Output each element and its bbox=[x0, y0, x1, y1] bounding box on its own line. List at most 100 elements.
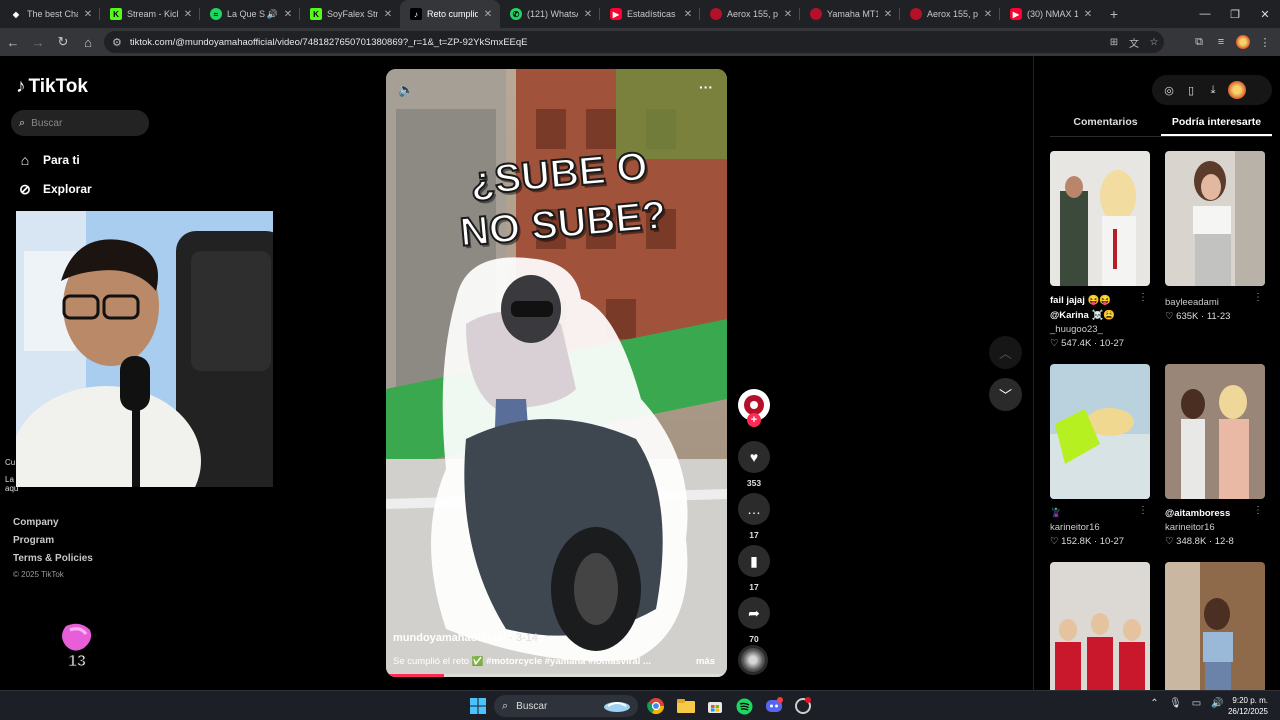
like-action[interactable]: ♥ 353 bbox=[737, 441, 771, 488]
profile-avatar[interactable] bbox=[1228, 81, 1246, 99]
network-icon[interactable]: ▭ bbox=[1186, 698, 1207, 709]
card-more-icon[interactable]: ⋮ bbox=[1253, 505, 1263, 516]
footer-company-link[interactable]: Company bbox=[13, 517, 59, 528]
video-card[interactable] bbox=[1165, 562, 1265, 697]
follow-plus-icon[interactable]: + bbox=[747, 413, 761, 427]
next-video-button[interactable]: ﹀ bbox=[989, 378, 1022, 411]
file-explorer-icon[interactable] bbox=[676, 696, 696, 716]
video-progress-bar[interactable] bbox=[386, 674, 727, 677]
reload-icon[interactable]: ↻ bbox=[51, 30, 75, 54]
share-action[interactable]: ➦ 70 bbox=[737, 597, 771, 644]
taskbar-search[interactable]: ⌕ Buscar bbox=[494, 695, 638, 717]
close-tab-icon[interactable]: ✕ bbox=[682, 9, 694, 20]
menu-kebab-icon[interactable]: ⋮ bbox=[1254, 31, 1276, 53]
video-thumbnail[interactable] bbox=[1165, 364, 1265, 499]
browser-tab[interactable]: ≈La Que Se🔊✕ bbox=[200, 0, 300, 28]
card-more-icon[interactable]: ⋮ bbox=[1138, 292, 1148, 303]
video-card[interactable]: @aitamboress karineitor16 ♡ 348.8K · 12-… bbox=[1165, 364, 1265, 549]
close-tab-icon[interactable]: ✕ bbox=[282, 9, 294, 20]
search-input[interactable]: ⌕ Buscar bbox=[11, 110, 149, 136]
card-more-icon[interactable]: ⋮ bbox=[1138, 505, 1148, 516]
close-tab-icon[interactable]: ✕ bbox=[382, 9, 394, 20]
comment-action[interactable]: … 17 bbox=[737, 493, 771, 540]
app-icon[interactable] bbox=[793, 696, 813, 716]
tab-podria-interesarte[interactable]: Podría interesarte bbox=[1161, 115, 1272, 136]
url-field[interactable]: ⚙ tiktok.com/@mundoyamahaofficial/video/… bbox=[104, 31, 1164, 53]
bookmark-star-icon[interactable]: ☆ bbox=[1144, 37, 1164, 48]
profile-avatar[interactable] bbox=[1236, 35, 1250, 49]
video-thumbnail[interactable] bbox=[1050, 151, 1150, 286]
back-icon[interactable]: ← bbox=[1, 30, 25, 54]
video-thumbnail[interactable] bbox=[1165, 562, 1265, 697]
comment-icon[interactable]: … bbox=[738, 493, 770, 525]
bookmark-icon[interactable]: ▮ bbox=[738, 545, 770, 577]
volume-icon[interactable]: 🔊 bbox=[1207, 698, 1228, 709]
browser-tab[interactable]: ◆The best Chatti✕ bbox=[0, 0, 100, 28]
restore-icon[interactable]: ❐ bbox=[1220, 0, 1250, 28]
tab-comentarios[interactable]: Comentarios bbox=[1050, 115, 1161, 136]
forward-icon[interactable]: → bbox=[26, 30, 50, 54]
device-icon[interactable]: ▯ bbox=[1180, 79, 1202, 101]
home-icon[interactable]: ⌂ bbox=[76, 30, 100, 54]
extensions-icon[interactable]: ⧉ bbox=[1188, 31, 1210, 53]
microphone-icon[interactable]: 🎙 bbox=[1165, 698, 1186, 709]
nav-para-ti[interactable]: ⌂ Para ti bbox=[16, 151, 80, 169]
close-tab-icon[interactable]: ✕ bbox=[982, 9, 994, 20]
speaker-icon[interactable]: 🔊 bbox=[267, 9, 278, 20]
browser-tab-active[interactable]: ♪Reto cumplido✕ bbox=[400, 0, 500, 28]
start-menu-icon[interactable] bbox=[468, 696, 488, 716]
chevron-up-icon[interactable]: ⌃ bbox=[1144, 698, 1165, 709]
video-thumbnail[interactable] bbox=[1050, 364, 1150, 499]
browser-tab[interactable]: KSoyFalex Stream✕ bbox=[300, 0, 400, 28]
close-tab-icon[interactable]: ✕ bbox=[482, 9, 494, 20]
translate-icon[interactable]: 文 bbox=[1124, 35, 1144, 50]
reading-list-icon[interactable]: ≡ bbox=[1210, 31, 1232, 53]
video-card[interactable] bbox=[1050, 562, 1150, 697]
video-thumbnail[interactable] bbox=[1050, 562, 1150, 697]
save-action[interactable]: ▮ 17 bbox=[737, 545, 771, 592]
close-tab-icon[interactable]: ✕ bbox=[882, 9, 894, 20]
music-disc-icon[interactable] bbox=[738, 645, 768, 675]
browser-tab[interactable]: Aerox 155, par✕ bbox=[700, 0, 800, 28]
coin-icon[interactable]: ◎ bbox=[1158, 79, 1180, 101]
discord-icon[interactable] bbox=[764, 696, 784, 716]
spotify-icon[interactable] bbox=[734, 696, 754, 716]
site-settings-icon[interactable]: ⚙ bbox=[112, 36, 122, 49]
tiktok-logo[interactable]: ♪ TikTok bbox=[16, 76, 88, 98]
video-card[interactable]: 🦹 karineitor16 ♡ 152.8K · 10-27 ⋮ bbox=[1050, 364, 1150, 549]
video-card[interactable]: bayleeadami ♡ 635K · 11-23 ⋮ bbox=[1165, 151, 1265, 324]
video-more-icon[interactable]: ··· bbox=[699, 79, 713, 95]
minimize-icon[interactable]: — bbox=[1190, 0, 1220, 28]
browser-tab[interactable]: ▶(30) NMAX 155✕ bbox=[1000, 0, 1100, 28]
creator-avatar[interactable]: + bbox=[738, 389, 770, 427]
video-player[interactable]: ¿SUBE O NO SUBE? 🔈 ··· mundoyamahaoffici… bbox=[386, 69, 727, 677]
browser-tab[interactable]: K Stream - Kick ✕ bbox=[100, 0, 200, 28]
footer-program-link[interactable]: Program bbox=[13, 535, 54, 546]
video-author[interactable]: mundoyamahaofficial · 3-14 bbox=[393, 632, 538, 644]
download-icon[interactable]: ⤓ bbox=[1202, 79, 1224, 101]
browser-tab[interactable]: Yamaha MT15✕ bbox=[800, 0, 900, 28]
caption-hashtags[interactable]: #motorcycle #yamaha #lomasviral ... bbox=[486, 656, 651, 667]
install-app-icon[interactable]: ⊞ bbox=[1104, 37, 1124, 48]
caption-more-link[interactable]: más bbox=[696, 656, 715, 667]
video-thumbnail[interactable] bbox=[1165, 151, 1265, 286]
close-window-icon[interactable]: ✕ bbox=[1250, 0, 1280, 28]
share-icon[interactable]: ➦ bbox=[738, 597, 770, 629]
chrome-icon[interactable] bbox=[646, 696, 666, 716]
close-tab-icon[interactable]: ✕ bbox=[82, 9, 94, 20]
nav-explorar[interactable]: ⊘ Explorar bbox=[16, 180, 92, 198]
heart-icon[interactable]: ♥ bbox=[738, 441, 770, 473]
card-more-icon[interactable]: ⋮ bbox=[1253, 292, 1263, 303]
taskbar-clock[interactable]: 9:20 p. m. 26/12/2025 bbox=[1228, 695, 1268, 717]
close-tab-icon[interactable]: ✕ bbox=[1082, 9, 1094, 20]
store-icon[interactable] bbox=[705, 696, 725, 716]
footer-terms-link[interactable]: Terms & Policies bbox=[13, 553, 93, 564]
browser-tab[interactable]: ▶Estadísticas de✕ bbox=[600, 0, 700, 28]
volume-icon[interactable]: 🔈 bbox=[398, 82, 414, 98]
previous-video-button[interactable]: ︿ bbox=[989, 336, 1022, 369]
browser-tab[interactable]: Aerox 155, par✕ bbox=[900, 0, 1000, 28]
close-tab-icon[interactable]: ✕ bbox=[182, 9, 194, 20]
new-tab-button[interactable]: + bbox=[1100, 0, 1128, 28]
close-tab-icon[interactable]: ✕ bbox=[582, 9, 594, 20]
video-card[interactable]: fail jajaj 😝😝 @Karina ☠️😩 _huugoo23_ ♡ 5… bbox=[1050, 151, 1150, 351]
